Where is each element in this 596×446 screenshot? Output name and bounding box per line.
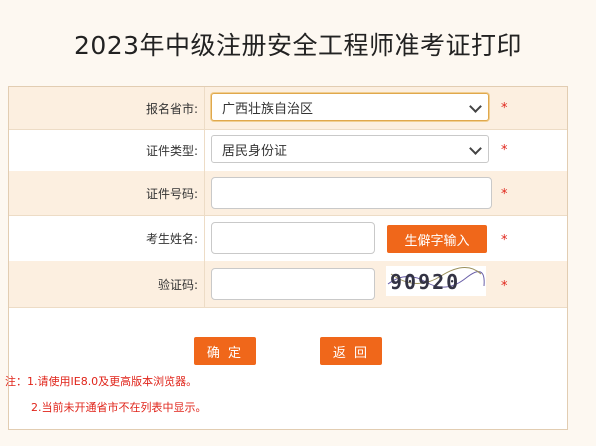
province-row: 报名省市: 广西壮族自治区 * <box>9 87 567 130</box>
print-form: 报名省市: 广西壮族自治区 * 证件类型: 居民身份证 * 证件号码: * 考生… <box>5 86 568 430</box>
rare-char-input-button[interactable]: 生僻字输入 <box>387 225 487 253</box>
id-number-input[interactable] <box>211 177 492 209</box>
required-mark: * <box>501 101 508 116</box>
name-label: 考生姓名: <box>9 215 205 261</box>
id-number-row: 证件号码: * <box>9 171 567 216</box>
id-type-selected-value: 居民身份证 <box>222 143 288 159</box>
note-line-2: 2.当前未开通省市不在列表中显示。 <box>31 401 207 414</box>
name-input[interactable] <box>211 222 375 254</box>
required-mark: * <box>501 233 508 248</box>
province-select[interactable]: 广西壮族自治区 <box>211 93 489 121</box>
chevron-down-icon <box>469 142 482 155</box>
confirm-button[interactable]: 确 定 <box>194 337 256 365</box>
captcha-image[interactable]: 90920 <box>386 266 486 296</box>
id-type-row: 证件类型: 居民身份证 * <box>9 129 567 172</box>
name-row: 考生姓名: 生僻字输入 * <box>9 215 567 262</box>
required-mark: * <box>501 279 508 294</box>
id-type-select[interactable]: 居民身份证 <box>211 135 489 163</box>
required-mark: * <box>501 187 508 202</box>
captcha-text: 90920 <box>390 270 460 294</box>
note-line-1: 注：1.请使用IE8.0及更高版本浏览器。 <box>5 375 198 388</box>
captcha-row: 验证码: 90920 * <box>9 261 567 308</box>
required-mark: * <box>501 143 508 158</box>
captcha-label: 验证码: <box>9 261 205 307</box>
captcha-input[interactable] <box>211 268 375 300</box>
back-button[interactable]: 返 回 <box>320 337 382 365</box>
page-title: 2023年中级注册安全工程师准考证打印 <box>73 31 523 60</box>
province-label: 报名省市: <box>9 87 205 129</box>
id-number-label: 证件号码: <box>9 171 205 215</box>
id-type-label: 证件类型: <box>9 129 205 171</box>
province-selected-value: 广西壮族自治区 <box>222 101 314 117</box>
chevron-down-icon <box>469 100 482 113</box>
